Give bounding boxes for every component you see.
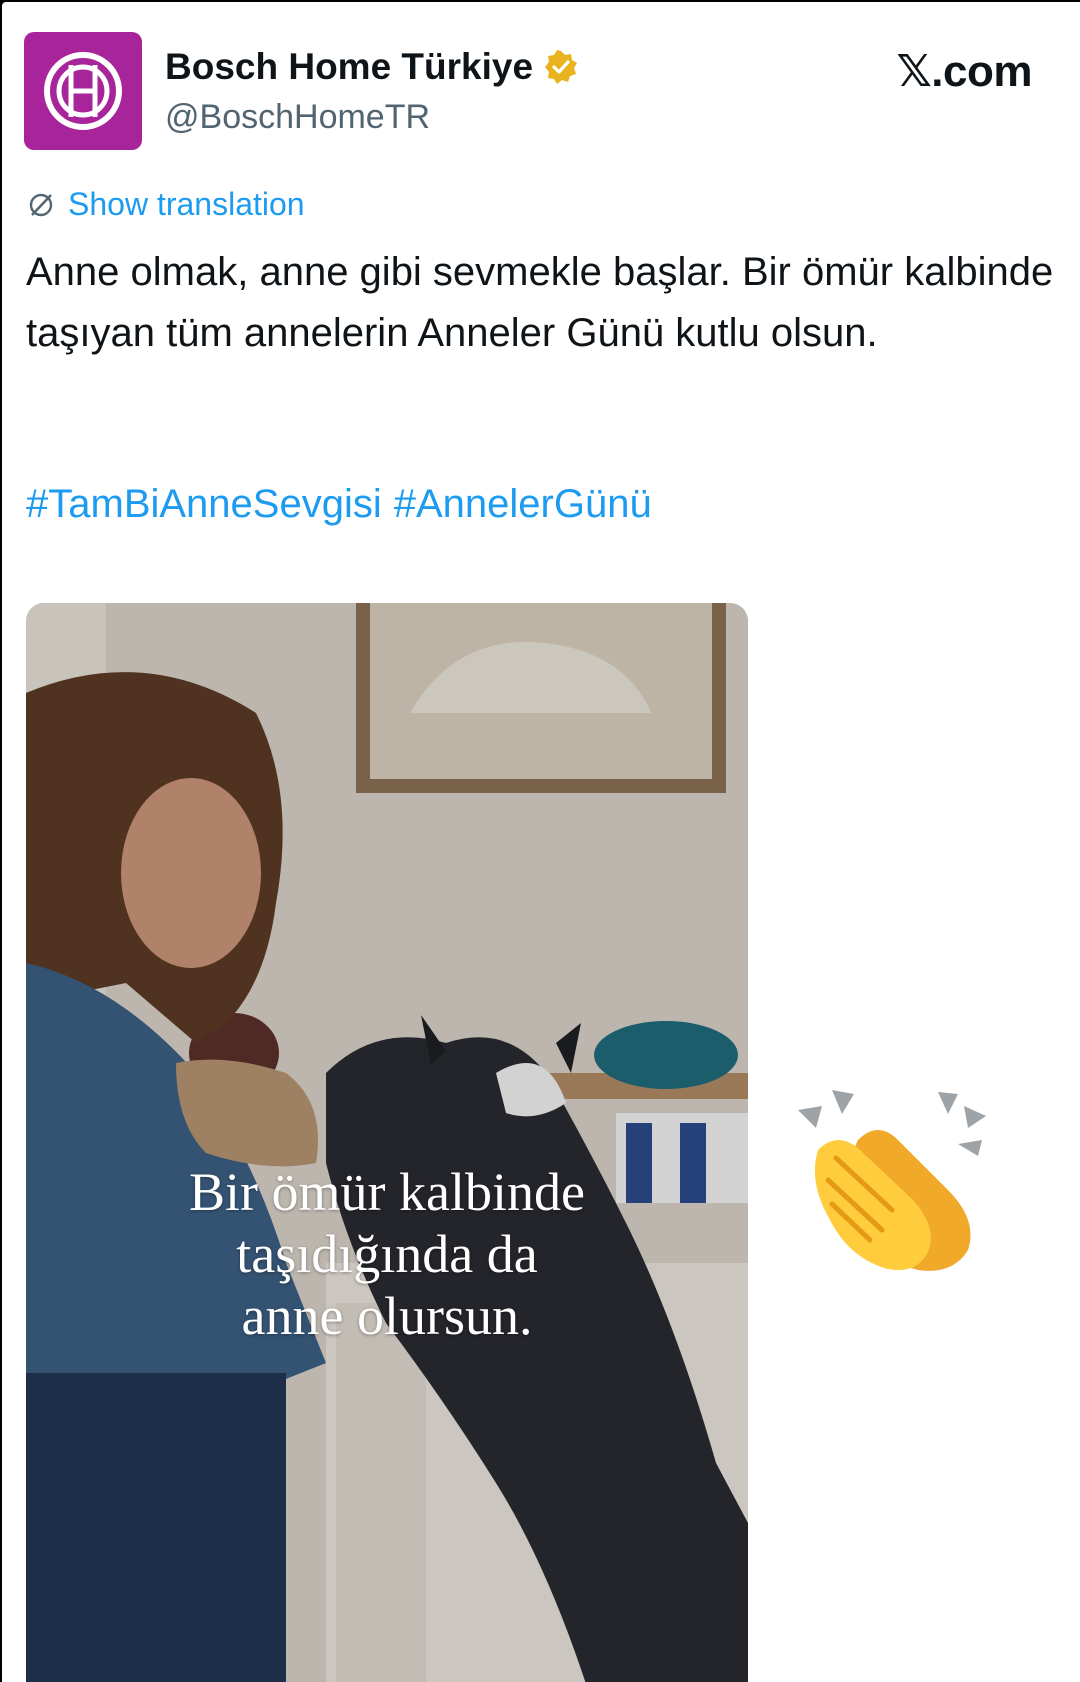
show-translation-link[interactable]: Show translation (26, 186, 305, 223)
account-name-text: Bosch Home Türkiye (165, 46, 534, 87)
verified-badge-icon (545, 50, 578, 84)
show-translation-label: Show translation (68, 186, 305, 222)
video-caption: Bir ömür kalbinde taşıdığında da anne ol… (26, 1161, 748, 1347)
hashtag-list: #TamBiAnneSevgisi #AnnelerGünü (26, 482, 664, 527)
source-site-label: 𝕏.com (896, 47, 1032, 96)
tweet-card: Bosch Home Türkiye @BoschHomeTR 𝕏.com Sh… (2, 2, 1080, 1682)
caption-line: taşıdığında da (236, 1224, 538, 1284)
translate-globe-icon (29, 193, 53, 216)
hashtag-link[interactable]: #TamBiAnneSevgisi (26, 482, 382, 526)
post-video[interactable]: Bir ömür kalbinde taşıdığında da anne ol… (26, 603, 748, 1682)
account-avatar[interactable] (24, 32, 142, 150)
post-text: Anne olmak, anne gibi sevmekle başlar. B… (26, 250, 1054, 355)
caption-line: anne olursun. (241, 1286, 533, 1346)
account-name[interactable]: Bosch Home Türkiye (165, 46, 579, 88)
account-handle[interactable]: @BoschHomeTR (165, 98, 430, 137)
hashtag-link[interactable]: #AnnelerGünü (394, 482, 652, 526)
clapping-hands-icon (798, 1090, 986, 1271)
caption-line: Bir ömür kalbinde (189, 1162, 585, 1222)
video-frame-illustration (26, 603, 748, 1682)
bosch-logo-icon (44, 52, 122, 130)
